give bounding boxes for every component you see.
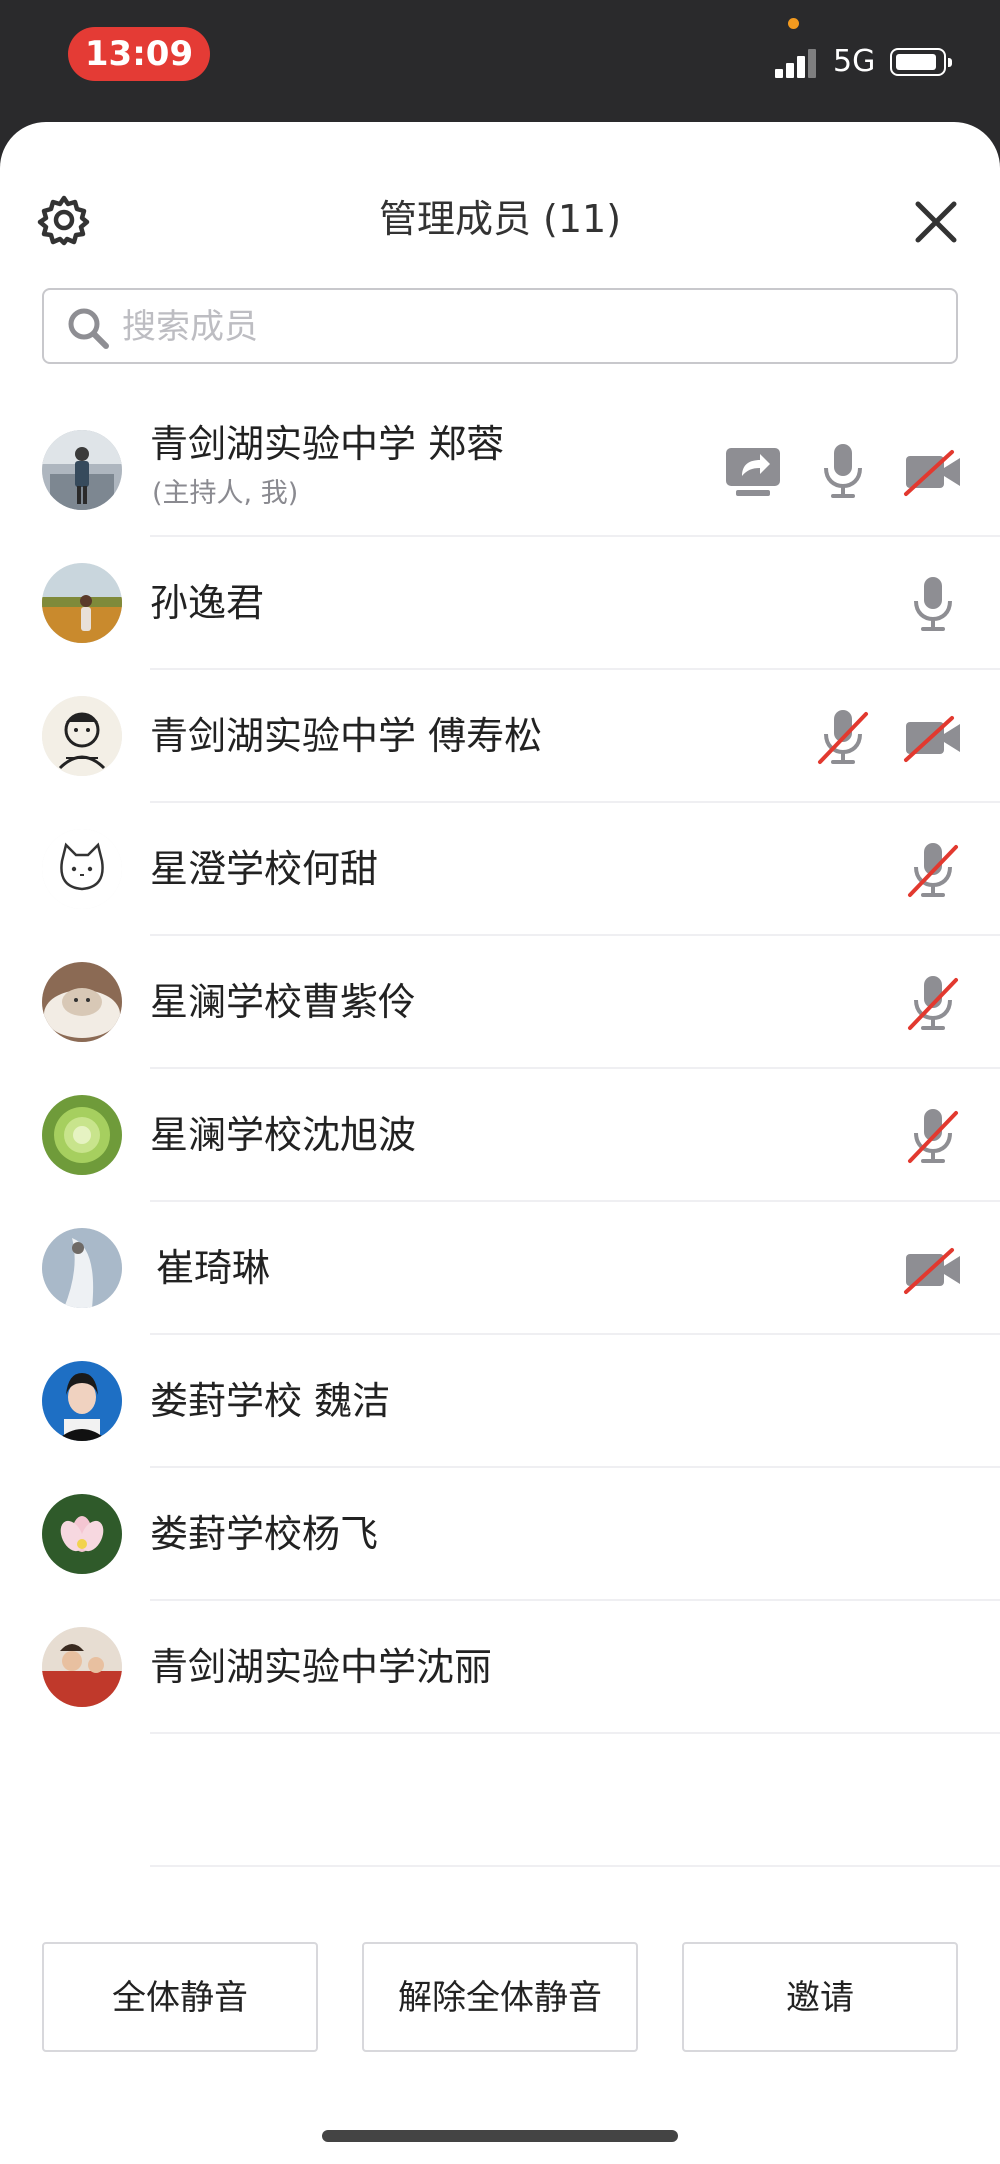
member-row[interactable]: 星澜学校曹紫伶: [0, 936, 1000, 1069]
member-row[interactable]: 青剑湖实验中学 傅寿松: [0, 670, 1000, 803]
search-box[interactable]: [42, 288, 958, 364]
camera-off-icon[interactable]: [902, 1238, 964, 1300]
microphone-off-icon[interactable]: [902, 839, 964, 901]
member-row[interactable]: 娄葑学校杨飞: [0, 1468, 1000, 1601]
member-name: 娄葑学校杨飞: [150, 1512, 379, 1556]
avatar: [42, 696, 122, 776]
search-icon: [68, 308, 109, 349]
member-name: 孙逸君: [150, 581, 265, 625]
avatar: [42, 1494, 122, 1574]
microphone-icon[interactable]: [812, 440, 874, 502]
close-icon[interactable]: [908, 194, 964, 250]
search-input[interactable]: [120, 300, 924, 354]
avatar: [42, 563, 122, 643]
member-name: 青剑湖实验中学沈丽: [150, 1645, 493, 1689]
manage-members-sheet: 管理成员 (11) 青剑湖实验中学 郑蓉 (主持人, 我): [0, 122, 1000, 2164]
status-time: 13:09: [68, 27, 210, 81]
microphone-off-icon[interactable]: [812, 706, 874, 768]
avatar: [42, 1361, 122, 1441]
privacy-indicator-dot: [788, 18, 799, 29]
member-row[interactable]: 星澄学校何甜: [0, 803, 1000, 936]
member-name: 星澄学校何甜: [150, 847, 379, 891]
invite-button[interactable]: 邀请: [682, 1942, 958, 2052]
avatar: [42, 962, 122, 1042]
microphone-off-icon[interactable]: [902, 972, 964, 1034]
member-row[interactable]: 孙逸君: [0, 537, 1000, 670]
member-role: (主持人, 我): [152, 478, 299, 509]
member-name: 娄葑学校 魏洁: [150, 1379, 391, 1423]
share-screen-icon[interactable]: [722, 440, 784, 502]
member-name: 青剑湖实验中学 傅寿松: [150, 714, 543, 758]
home-indicator[interactable]: [322, 2130, 678, 2142]
avatar: [42, 829, 122, 909]
member-row[interactable]: 青剑湖实验中学 郑蓉 (主持人, 我): [0, 404, 1000, 537]
camera-off-icon[interactable]: [902, 706, 964, 768]
microphone-icon[interactable]: [902, 573, 964, 635]
avatar: [42, 430, 122, 510]
member-row-empty: [0, 1734, 1000, 1867]
status-bar: 13:09 5G: [0, 0, 1000, 120]
page-title: 管理成员 (11): [378, 197, 622, 241]
network-type: 5G: [833, 44, 876, 79]
member-name: 青剑湖实验中学 郑蓉: [150, 422, 505, 466]
battery-icon: [890, 48, 952, 76]
avatar: [42, 1228, 122, 1308]
microphone-off-icon[interactable]: [902, 1105, 964, 1167]
avatar: [42, 1095, 122, 1175]
member-row[interactable]: 崔琦琳: [0, 1202, 1000, 1335]
unmute-all-button[interactable]: 解除全体静音: [362, 1942, 638, 2052]
member-name: 星澜学校曹紫伶: [150, 980, 417, 1024]
signal-icon: [775, 48, 821, 78]
member-row[interactable]: 星澜学校沈旭波: [0, 1069, 1000, 1202]
member-row[interactable]: 青剑湖实验中学沈丽: [0, 1601, 1000, 1734]
camera-off-icon[interactable]: [902, 440, 964, 502]
avatar: [42, 1627, 122, 1707]
member-name: 崔琦琳: [156, 1246, 271, 1290]
member-row[interactable]: 娄葑学校 魏洁: [0, 1335, 1000, 1468]
member-name: 星澜学校沈旭波: [150, 1113, 417, 1157]
member-list: 青剑湖实验中学 郑蓉 (主持人, 我) 孙逸君 青剑湖实验中学 傅寿松 星澄学校…: [0, 404, 1000, 1867]
mute-all-button[interactable]: 全体静音: [42, 1942, 318, 2052]
